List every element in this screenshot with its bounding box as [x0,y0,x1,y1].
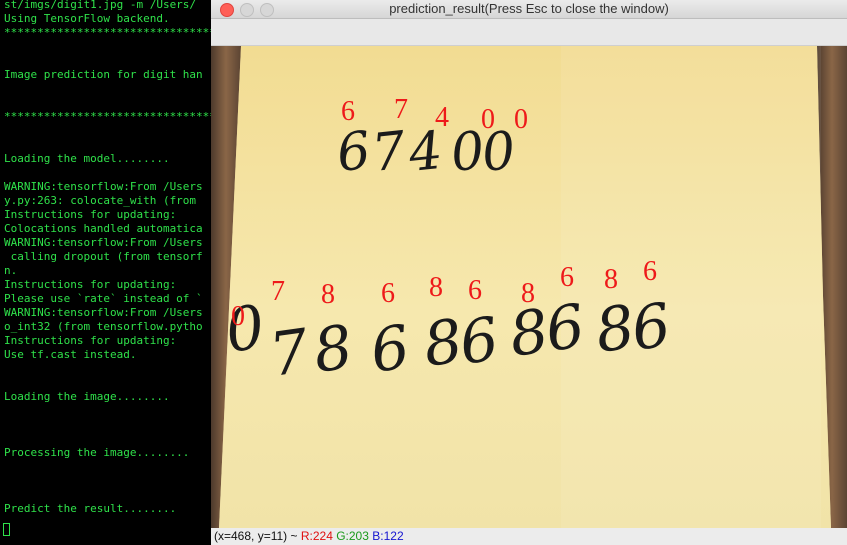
predicted-label: 6 [468,275,482,306]
predicted-label: 0 [481,104,495,135]
predicted-label: 7 [394,94,408,125]
cursor-coordinates: (x=468, y=11) ~ [214,529,298,543]
predicted-label: 6 [560,262,574,293]
blue-value: B:122 [372,529,404,543]
terminal-line: y.py:263: colocate_with (from [4,194,197,207]
terminal-line: WARNING:tensorflow:From /Users [4,180,203,193]
terminal-line: n. [4,264,18,277]
predicted-label: 0 [231,301,245,332]
predicted-label: 6 [381,278,395,309]
terminal-line: calling dropout (from tensorf [4,250,203,263]
red-value: R:224 [300,529,333,543]
terminal-line: Instructions for updating: [4,334,177,347]
terminal-window[interactable]: st/imgs/digit1.jpg -m /Users/Using Tenso… [0,0,211,545]
terminal-line: **************************************** [4,110,211,123]
handwritten-digit: 6 [334,121,373,184]
terminal-line: Use tf.cast instead. [4,348,137,361]
predicted-label: 0 [514,104,528,135]
terminal-line: Image prediction for digit han [4,68,203,81]
terminal-line: WARNING:tensorflow:From /Users [4,306,203,319]
terminal-line: Loading the image........ [4,390,170,403]
predicted-label: 8 [604,264,618,295]
terminal-line: WARNING:tensorflow:From /Users [4,236,203,249]
predicted-label: 8 [429,272,443,303]
terminal-line: Loading the model........ [4,152,170,165]
terminal-line: Using TensorFlow backend. [4,12,170,25]
predicted-label: 4 [435,102,449,133]
terminal-line: Predict the result........ [4,502,177,515]
terminal-line: Please use `rate` instead of ` [4,292,203,305]
predicted-label: 8 [521,278,535,309]
terminal-line: Processing the image........ [4,446,190,459]
window-toolbar [211,19,847,46]
predicted-label: 6 [341,96,355,127]
paper-highlight [561,46,821,528]
terminal-line: Instructions for updating: [4,278,177,291]
predicted-label: 6 [643,256,657,287]
window-titlebar[interactable]: prediction_result(Press Esc to close the… [211,0,847,19]
predicted-label: 8 [321,279,335,310]
predicted-label: 7 [271,276,285,307]
terminal-line: Colocations handled automatica [4,222,203,235]
terminal-line: o_int32 (from tensorflow.pytho [4,320,203,333]
terminal-line: **************************************** [4,26,211,39]
green-value: G:203 [336,529,369,543]
prediction-result-window[interactable]: prediction_result(Press Esc to close the… [211,0,847,545]
terminal-line: st/imgs/digit1.jpg -m /Users/ [4,0,197,11]
prediction-image[interactable]: 67400 67400 0786868686 0786868686 [211,46,847,528]
terminal-cursor [3,523,10,536]
status-bar: (x=468, y=11) ~ R:224 G:203 B:122 [211,528,847,545]
terminal-line: Instructions for updating: [4,208,177,221]
window-title: prediction_result(Press Esc to close the… [389,1,669,16]
